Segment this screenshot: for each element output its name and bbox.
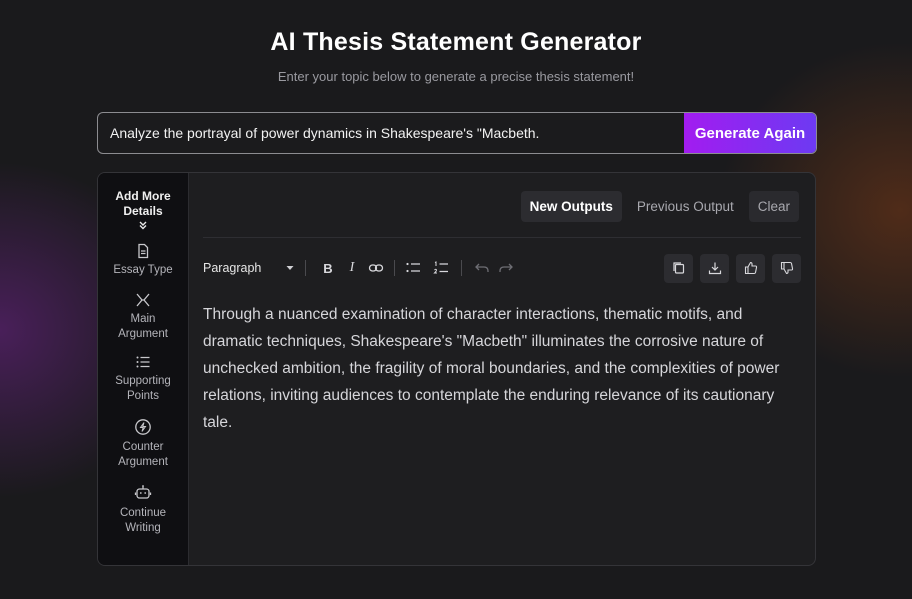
thumbs-up-icon xyxy=(744,261,757,275)
link-icon xyxy=(368,264,384,272)
add-more-details[interactable]: Add More Details xyxy=(108,189,178,230)
bold-button[interactable]: B xyxy=(316,256,340,280)
tab-previous-output[interactable]: Previous Output xyxy=(628,191,743,222)
page-title: AI Thesis Statement Generator xyxy=(270,28,642,56)
paragraph-format-select[interactable]: Paragraph xyxy=(203,261,295,275)
caret-down-icon xyxy=(286,266,294,270)
editor-main: New Outputs Previous Output Clear Paragr… xyxy=(189,173,815,565)
sidebar-item-continue-writing[interactable]: Continue Writing xyxy=(110,484,176,536)
toolbar-separator xyxy=(394,260,395,276)
sidebar-item-counter-argument[interactable]: Counter Argument xyxy=(108,418,178,470)
thumbs-down-button[interactable] xyxy=(772,253,801,283)
download-button[interactable] xyxy=(700,253,729,283)
thumbs-down-icon xyxy=(780,261,793,275)
copy-icon xyxy=(672,262,684,274)
document-icon xyxy=(138,243,149,259)
divider xyxy=(203,237,801,238)
link-button[interactable] xyxy=(364,256,388,280)
page-subtitle: Enter your topic below to generate a pre… xyxy=(277,69,635,84)
sidebar-item-essay-type[interactable]: Essay Type xyxy=(113,243,173,278)
copy-button[interactable] xyxy=(664,253,693,283)
lightning-icon xyxy=(135,419,151,435)
double-chevron-down-icon xyxy=(139,221,147,230)
sidebar-item-main-argument[interactable]: Main Argument xyxy=(108,292,178,342)
toolbar-separator xyxy=(305,260,306,276)
sidebar-item-label: Main Argument xyxy=(118,313,168,340)
add-more-details-label: Add More Details xyxy=(115,189,171,218)
list-icon xyxy=(136,356,150,368)
undo-icon xyxy=(475,263,489,272)
split-arrows-icon xyxy=(136,293,150,307)
numbered-list-icon xyxy=(433,261,448,274)
topic-input[interactable] xyxy=(98,113,684,153)
paragraph-format-label: Paragraph xyxy=(203,261,262,275)
tab-new-outputs[interactable]: New Outputs xyxy=(520,191,622,222)
sidebar-item-label: Continue Writing xyxy=(119,507,167,534)
redo-icon xyxy=(499,263,513,272)
italic-label: I xyxy=(349,260,355,275)
thumbs-up-button[interactable] xyxy=(736,253,765,283)
undo-button[interactable] xyxy=(470,256,494,280)
sidebar-item-supporting-points[interactable]: Supporting Points xyxy=(106,354,180,404)
bullet-list-icon xyxy=(406,262,420,273)
editor-panel: Add More Details Essay Type Main Argumen… xyxy=(97,172,816,566)
details-sidebar: Add More Details Essay Type Main Argumen… xyxy=(98,173,189,565)
sidebar-item-label: Essay Type xyxy=(113,264,173,276)
numbered-list-button[interactable] xyxy=(429,256,453,280)
bullet-list-button[interactable] xyxy=(401,256,425,280)
output-tabs: New Outputs Previous Output Clear xyxy=(520,191,799,222)
output-actions xyxy=(664,253,801,283)
download-icon xyxy=(708,262,721,275)
topic-bar: Generate Again xyxy=(97,112,817,154)
editor-toolbar: Paragraph B I xyxy=(203,253,801,283)
redo-button[interactable] xyxy=(494,256,518,280)
italic-button[interactable]: I xyxy=(340,256,364,280)
clear-button[interactable]: Clear xyxy=(748,191,799,222)
generated-thesis-text[interactable]: Through a nuanced examination of charact… xyxy=(203,301,793,436)
generate-again-button[interactable]: Generate Again xyxy=(684,113,816,153)
toolbar-separator xyxy=(461,260,462,276)
bold-label: B xyxy=(323,260,333,276)
sidebar-item-label: Counter Argument xyxy=(118,441,168,468)
sidebar-item-label: Supporting Points xyxy=(115,375,171,402)
robot-icon xyxy=(134,485,152,499)
